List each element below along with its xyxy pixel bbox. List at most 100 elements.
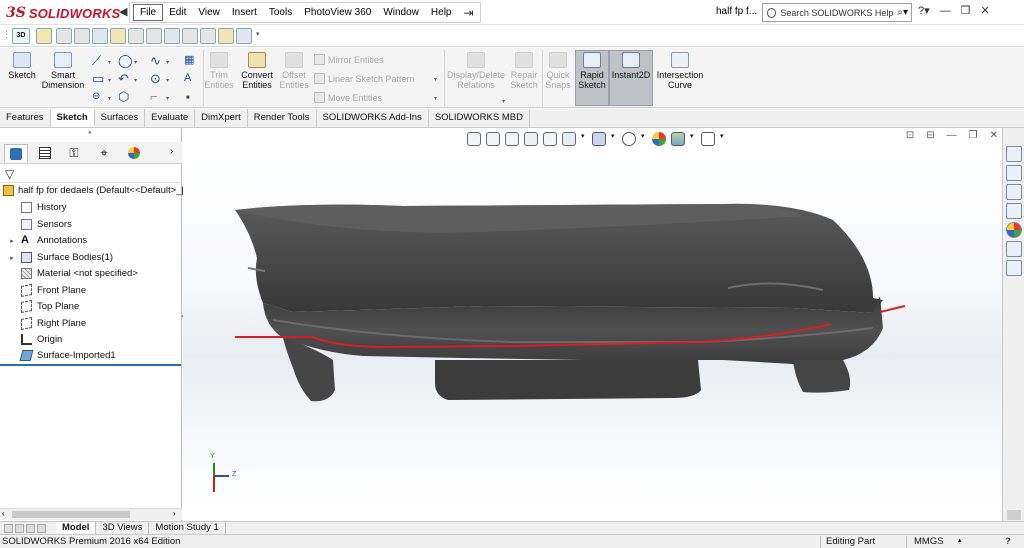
text-icon[interactable]: A xyxy=(184,72,191,85)
menu-collapse-icon[interactable]: ◀ xyxy=(119,5,127,18)
quick-snaps-button[interactable]: Quick Snaps xyxy=(543,52,573,90)
move-dropdown-icon[interactable]: ▾ xyxy=(434,95,437,102)
3d-icon[interactable]: 3D xyxy=(12,28,30,44)
prev-tab-icon[interactable] xyxy=(15,523,24,533)
menu-window[interactable]: Window xyxy=(377,3,425,22)
surface-model[interactable] xyxy=(235,203,883,402)
minimize-icon[interactable]: — xyxy=(940,5,951,17)
display-manager-tab[interactable] xyxy=(122,144,146,162)
tool-icon-b[interactable] xyxy=(74,28,90,44)
repair-sketch-button[interactable]: Repair Sketch xyxy=(508,52,540,90)
sketch-curve-extension[interactable] xyxy=(879,305,906,313)
tool-icon-j[interactable] xyxy=(218,28,234,44)
rapid-sketch-button[interactable]: Rapid Sketch xyxy=(575,52,609,90)
next-tab-icon[interactable] xyxy=(26,523,35,533)
menu-help[interactable]: Help xyxy=(425,3,458,22)
view-palette-icon[interactable] xyxy=(1006,203,1022,219)
menu-file[interactable]: File xyxy=(133,4,164,21)
circle-dropdown-icon[interactable]: ▾ xyxy=(134,59,137,66)
ellipse-icon[interactable]: ⊙ xyxy=(150,72,161,85)
tab-3d-views[interactable]: 3D Views xyxy=(96,522,150,534)
custom-properties-icon[interactable] xyxy=(1006,241,1022,257)
feature-manager-tab[interactable] xyxy=(4,144,28,162)
scrollbar-thumb[interactable] xyxy=(12,511,130,518)
tab-dimxpert[interactable]: DimXpert xyxy=(195,109,248,127)
rectangle-icon[interactable]: ▭ xyxy=(92,72,104,85)
offset-entities-button[interactable]: Offset Entities xyxy=(278,52,310,90)
status-help-icon[interactable]: ? xyxy=(1005,536,1011,547)
tree-item-right-plane[interactable]: Right Plane xyxy=(8,317,86,330)
tool-icon-h[interactable] xyxy=(182,28,198,44)
tool-icon-d[interactable] xyxy=(110,28,126,44)
task-pane-scroll-icon[interactable] xyxy=(1007,510,1021,520)
menu-view[interactable]: View xyxy=(192,3,226,22)
first-tab-icon[interactable] xyxy=(4,523,13,533)
units-selector[interactable]: MMGS xyxy=(914,536,944,547)
scroll-left-icon[interactable]: ‹ xyxy=(2,509,5,518)
pin-icon[interactable]: ⇥ xyxy=(463,6,473,20)
tab-motion-study[interactable]: Motion Study 1 xyxy=(149,522,226,534)
fillet-icon[interactable]: ⌐ xyxy=(150,90,158,103)
menu-insert[interactable]: Insert xyxy=(226,3,263,22)
tool-icon-k[interactable] xyxy=(236,28,252,44)
tree-item-surface-bodies[interactable]: ▸ Surface Bodies(1) xyxy=(8,252,113,263)
tree-root-part[interactable]: half fp for dedaels (Default<<Default>_[ xyxy=(3,185,184,196)
property-manager-tab[interactable] xyxy=(33,144,57,162)
tool-icon-c[interactable] xyxy=(92,28,108,44)
tab-features[interactable]: Features xyxy=(0,109,51,127)
units-dropdown-icon[interactable]: ▴ xyxy=(958,536,962,544)
line-dropdown-icon[interactable]: ▾ xyxy=(108,59,111,66)
line-icon[interactable]: ⟋ xyxy=(92,54,101,67)
rollback-bar[interactable] xyxy=(0,364,181,366)
arc-icon[interactable]: ↶ xyxy=(118,72,129,85)
smart-dimension-button[interactable]: Smart Dimension xyxy=(40,52,86,90)
tab-evaluate[interactable]: Evaluate xyxy=(145,109,196,127)
expand-icon[interactable]: ▸ xyxy=(8,237,16,245)
tab-render-tools[interactable]: Render Tools xyxy=(248,109,317,127)
menu-tools[interactable]: Tools xyxy=(263,3,298,22)
close-icon[interactable]: ✕ xyxy=(981,4,990,17)
tool-icon-i[interactable] xyxy=(200,28,216,44)
tab-surfaces[interactable]: Surfaces xyxy=(95,109,146,127)
filter-icon[interactable]: ▽ xyxy=(5,167,14,181)
fillet-dropdown-icon[interactable]: ▾ xyxy=(166,95,169,102)
tree-item-annotations[interactable]: ▸ A Annotations xyxy=(8,235,87,247)
linear-pattern-button[interactable]: Linear Sketch Pattern xyxy=(314,73,415,84)
tree-item-history[interactable]: History xyxy=(8,202,67,213)
tab-addins[interactable]: SOLIDWORKS Add-Ins xyxy=(317,109,429,127)
tree-item-front-plane[interactable]: Front Plane xyxy=(8,284,86,297)
solidworks-logo[interactable]: 3S SOLIDWORKS xyxy=(6,3,120,23)
arc-dropdown-icon[interactable]: ▾ xyxy=(134,77,137,84)
home-icon[interactable] xyxy=(1006,146,1022,162)
quick-access-dropdown-icon[interactable]: ▾ xyxy=(256,30,260,38)
tree-item-top-plane[interactable]: Top Plane xyxy=(8,300,79,313)
file-explorer-icon[interactable] xyxy=(1006,184,1022,200)
move-entities-button[interactable]: Move Entities xyxy=(314,92,382,103)
tree-item-material[interactable]: Material <not specified> xyxy=(8,268,138,279)
tool-icon-f[interactable] xyxy=(146,28,162,44)
appearances-icon[interactable] xyxy=(1006,222,1022,238)
panel-tabs-next-icon[interactable]: › xyxy=(170,146,173,157)
restore-icon[interactable]: ❐ xyxy=(961,4,971,17)
tree-item-surface-imported[interactable]: Surface-Imported1 xyxy=(8,350,116,361)
intersection-curve-button[interactable]: Intersection Curve xyxy=(655,52,705,90)
menu-photoview[interactable]: PhotoView 360 xyxy=(298,3,377,22)
expand-icon[interactable]: ▸ xyxy=(8,254,16,262)
last-tab-icon[interactable] xyxy=(37,523,46,533)
slot-dropdown-icon[interactable]: ▾ xyxy=(108,95,111,102)
help-search-input[interactable]: Search SOLIDWORKS Help xyxy=(780,8,893,18)
panel-horizontal-scrollbar[interactable]: ‹ › xyxy=(0,508,182,520)
menu-edit[interactable]: Edit xyxy=(163,3,192,22)
graphics-area[interactable]: ▾ ▾ ▾ ▾ ▾ ⊡ ⊟ — ❐ ✕ Y Z xyxy=(183,128,1002,521)
tree-item-sensors[interactable]: Sensors xyxy=(8,219,72,230)
part-icon[interactable] xyxy=(36,28,52,44)
point-icon[interactable]: ■ xyxy=(186,95,190,101)
tab-model[interactable]: Model xyxy=(56,522,97,534)
ellipse-dropdown-icon[interactable]: ▾ xyxy=(166,77,169,84)
help-dropdown-icon[interactable]: ?▾ xyxy=(918,4,930,17)
configuration-manager-tab[interactable]: ⚿ xyxy=(62,144,86,162)
convert-entities-button[interactable]: Convert Entities xyxy=(238,52,276,90)
panel-grip-icon[interactable]: ● xyxy=(88,130,92,136)
sketch-button[interactable]: Sketch xyxy=(4,52,40,80)
mirror-entities-button[interactable]: Mirror Entities xyxy=(314,54,384,65)
